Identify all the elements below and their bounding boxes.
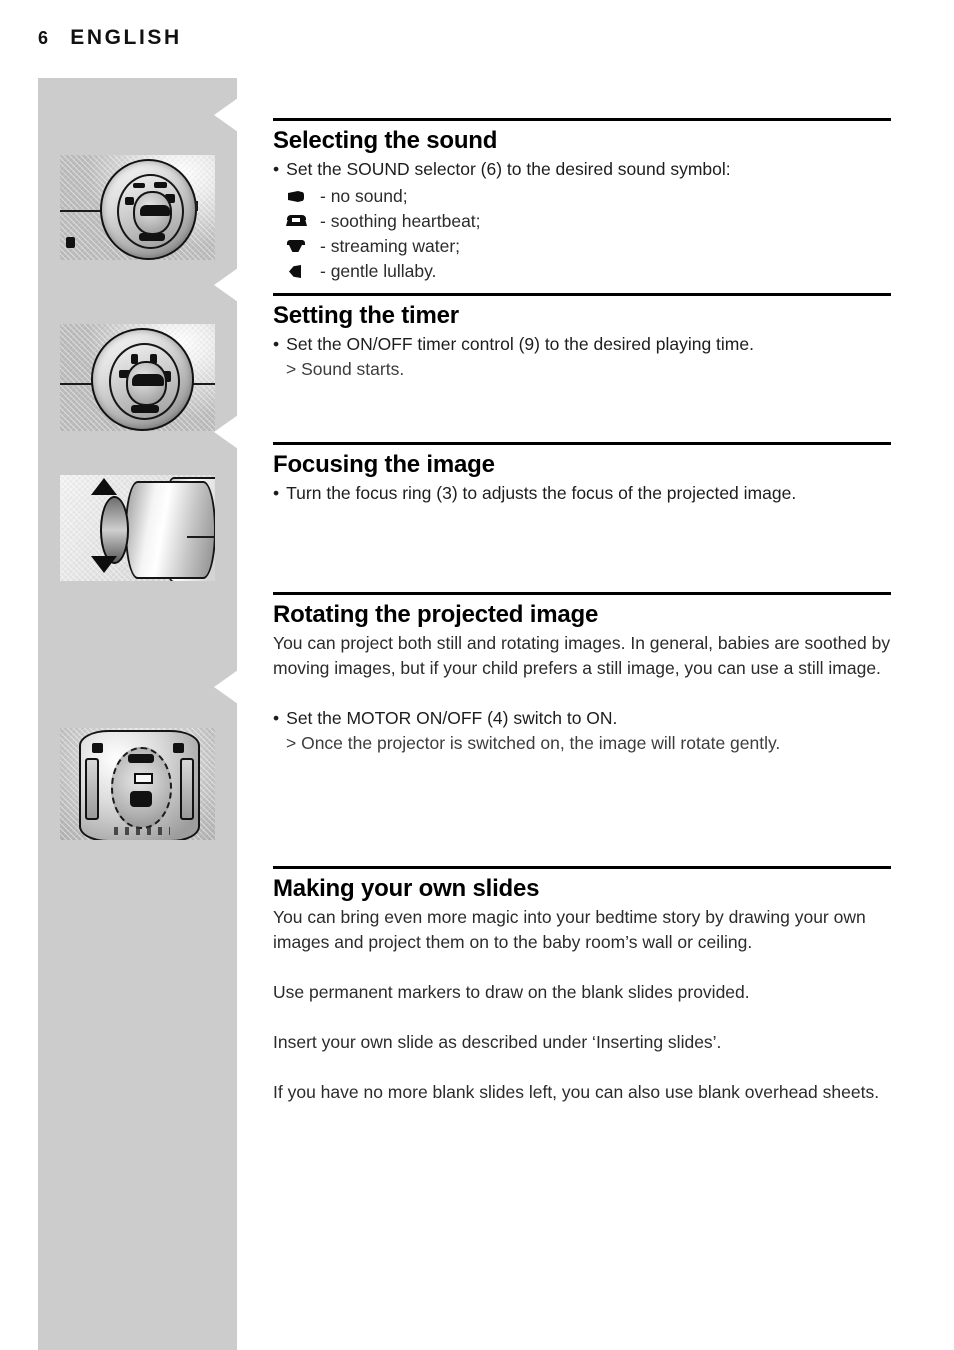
section-heading: Rotating the projected image <box>273 601 599 628</box>
bullet-dot-icon: • <box>273 159 280 179</box>
result-text: > Sound starts. <box>286 359 405 379</box>
figure-timer-control <box>60 324 215 431</box>
bullet-dot-icon: • <box>273 483 280 503</box>
timer-control-dial-photo <box>60 324 215 431</box>
bullet-item: • Set the ON/OFF timer control (9) to th… <box>273 332 891 357</box>
symbol-label: - streaming water; <box>320 236 461 256</box>
section-making-your-own-slides: Making your own slides You can bring eve… <box>273 866 891 1130</box>
bullet-item: • Set the MOTOR ON/OFF (4) switch to ON. <box>273 706 891 731</box>
bullet-text: Turn the focus ring (3) to adjusts the f… <box>286 483 797 503</box>
bullet-item: • Set the SOUND selector (6) to the desi… <box>273 157 891 182</box>
paragraph: If you have no more blank slides left, y… <box>273 1082 880 1102</box>
list-item: - gentle lullaby. <box>286 259 891 284</box>
figure-sidebar <box>38 78 238 1350</box>
figure-pointer-icon <box>214 98 238 132</box>
section-rule <box>273 442 891 445</box>
list-item: - no sound; <box>286 184 891 209</box>
result-text: > Once the projector is switched on, the… <box>286 733 781 753</box>
section-selecting-the-sound: Selecting the sound • Set the SOUND sele… <box>273 118 891 284</box>
bullet-text: Set the MOTOR ON/OFF (4) switch to ON. <box>286 708 618 728</box>
symbol-label: - no sound; <box>320 186 408 206</box>
bullet-dot-icon: • <box>273 708 280 728</box>
figure-sound-selector <box>60 155 215 260</box>
bullet-text: Set the ON/OFF timer control (9) to the … <box>286 334 754 354</box>
figure-pointer-icon <box>214 670 238 704</box>
sound-symbol-list: - no sound; - soothing heartbeat; - stre… <box>273 184 891 284</box>
list-item: - soothing heartbeat; <box>286 209 891 234</box>
section-heading: Focusing the image <box>273 451 495 478</box>
bullet-text: Set the SOUND selector (6) to the desire… <box>286 159 731 179</box>
page-language-title: ENGLISH <box>70 26 182 49</box>
motor-on-off-switch-photo <box>60 728 215 840</box>
figure-pointer-icon <box>214 415 238 449</box>
figure-motor-switch <box>60 728 215 840</box>
focus-ring-lens-photo <box>60 475 215 581</box>
section-rule <box>273 592 891 595</box>
streaming-water-icon <box>286 234 320 259</box>
soothing-heartbeat-icon <box>286 209 320 234</box>
section-heading: Making your own slides <box>273 875 540 902</box>
page-header: 6 ENGLISH <box>38 26 182 50</box>
figure-pointer-icon <box>214 268 238 302</box>
section-setting-the-timer: Setting the timer • Set the ON/OFF timer… <box>273 293 891 382</box>
figure-focus-ring <box>60 475 215 581</box>
gentle-lullaby-icon <box>286 259 320 284</box>
section-rule <box>273 118 891 121</box>
paragraph: You can bring even more magic into your … <box>273 907 866 952</box>
paragraph: Insert your own slide as described under… <box>273 1032 722 1052</box>
section-heading: Setting the timer <box>273 302 459 329</box>
section-rotating-the-projected-image: Rotating the projected image You can pro… <box>273 592 891 756</box>
no-sound-icon <box>286 184 320 209</box>
list-item: - streaming water; <box>286 234 891 259</box>
bullet-dot-icon: • <box>273 334 280 354</box>
section-rule <box>273 293 891 296</box>
bullet-item: • Turn the focus ring (3) to adjusts the… <box>273 481 891 506</box>
page-number: 6 <box>38 28 49 48</box>
section-intro-text: You can project both still and rotating … <box>273 633 891 678</box>
section-rule <box>273 866 891 869</box>
symbol-label: - gentle lullaby. <box>320 261 437 281</box>
sound-selector-dial-photo <box>60 155 215 260</box>
symbol-label: - soothing heartbeat; <box>320 211 481 231</box>
paragraph: Use permanent markers to draw on the bla… <box>273 982 750 1002</box>
section-focusing-the-image: Focusing the image • Turn the focus ring… <box>273 442 891 506</box>
section-heading: Selecting the sound <box>273 127 498 154</box>
